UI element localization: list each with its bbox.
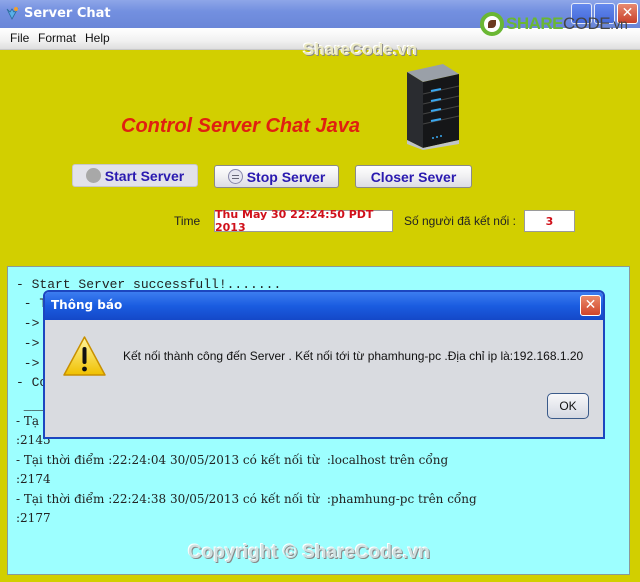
neutral-face-icon	[227, 169, 243, 184]
watermark-bottom: Copyright © ShareCode.vn	[188, 542, 431, 563]
log-line: :2174	[16, 472, 51, 486]
log-line: - Tạ	[16, 414, 40, 428]
warning-icon	[63, 336, 106, 376]
sharecode-logo: SHARECODE.vn	[480, 12, 628, 36]
log-line: :2177	[16, 511, 51, 525]
menu-file[interactable]: File	[10, 31, 29, 45]
smiley-icon	[85, 168, 101, 183]
time-field: Thu May 30 22:24:50 PDT 2013	[214, 208, 393, 234]
close-server-button[interactable]: Closer Sever	[355, 165, 472, 188]
connected-count-field: 3	[524, 210, 575, 232]
stop-server-button[interactable]: Stop Server	[214, 165, 339, 188]
page-title: Control Server Chat Java	[121, 115, 360, 137]
log-line: ->	[16, 336, 40, 351]
dialog-close-button[interactable]: ✕	[580, 295, 601, 316]
server-icon	[407, 64, 460, 150]
server-chat-window: Server Chat ✕ File Format Help SHARECODE…	[0, 0, 640, 582]
connected-count-label: Số người đã kết nối :	[404, 214, 516, 228]
log-line: - Tại thời điểm :22:24:38 30/05/2013 có …	[16, 492, 477, 506]
logo-share-text: SHARE	[506, 14, 564, 33]
log-line: ->	[16, 356, 40, 371]
dialog-title: Thông báo	[51, 298, 123, 312]
logo-code-text: CODE	[563, 14, 611, 33]
time-label: Time	[174, 214, 201, 228]
watermark-top: ShareCode.vn	[303, 40, 418, 59]
start-server-button[interactable]: Start Server	[72, 164, 198, 187]
dialog-message: Kết nối thành công đến Server . Kết nối …	[123, 349, 584, 363]
window-title: Server Chat	[24, 6, 111, 21]
dialog-title-bar[interactable]: Thông báo ✕	[45, 292, 603, 320]
ok-button[interactable]: OK	[547, 393, 589, 419]
sharecode-logo-icon	[480, 12, 504, 36]
log-line: - Tại thời điểm :22:24:04 30/05/2013 có …	[16, 453, 449, 467]
menu-help[interactable]: Help	[85, 31, 110, 45]
notification-dialog: Thông báo ✕ Kết nối thành công đến Serve…	[43, 290, 605, 439]
logo-vn-text: .vn	[610, 16, 628, 32]
menu-format[interactable]: Format	[38, 31, 76, 45]
java-app-icon	[6, 7, 19, 20]
log-line: ->	[16, 316, 40, 331]
